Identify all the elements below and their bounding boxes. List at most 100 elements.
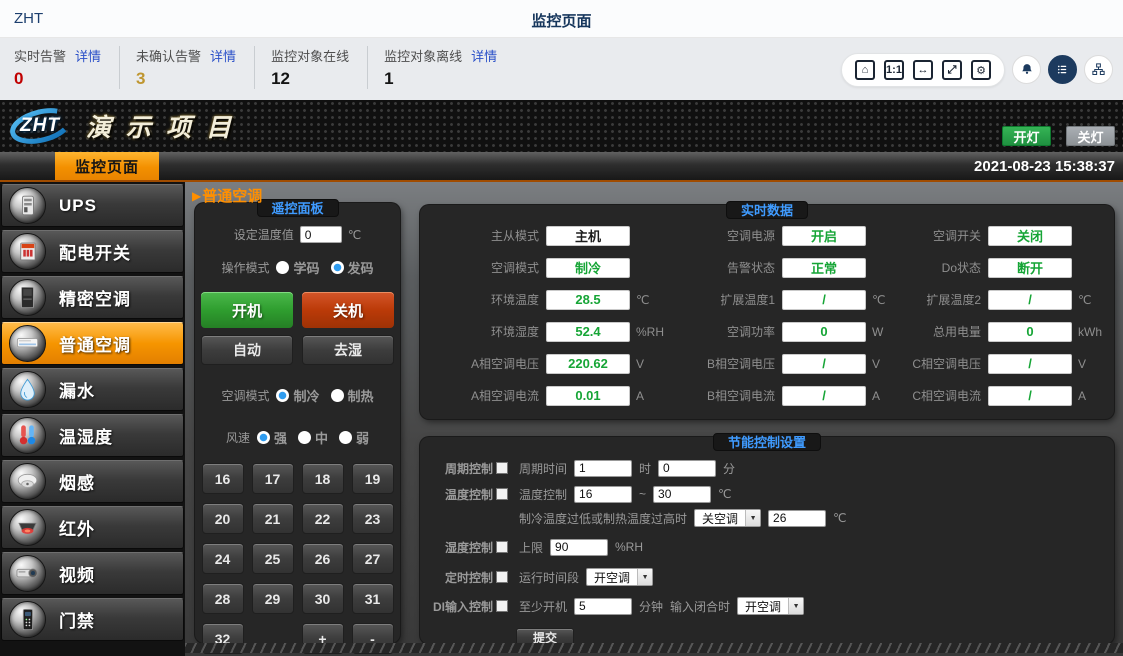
sidebar-item[interactable]: 烟感: [1, 460, 184, 503]
temp-key[interactable]: 16: [202, 463, 244, 494]
power-on-button[interactable]: 开机: [201, 292, 293, 328]
set-temp-input[interactable]: [300, 226, 342, 243]
sidebar-item[interactable]: 配电开关: [1, 230, 184, 273]
temp-key[interactable]: 19: [352, 463, 394, 494]
cycle-minute-input[interactable]: [658, 460, 716, 477]
power-off-button[interactable]: 关机: [302, 292, 394, 328]
temp-key[interactable]: 29: [252, 583, 294, 614]
quick-buttons: [1012, 55, 1113, 84]
cycle-hour-input[interactable]: [574, 460, 632, 477]
field-unit: %RH: [630, 325, 666, 339]
temp-max-input[interactable]: [653, 486, 711, 503]
smoke-icon: [14, 468, 41, 495]
field-label: 空调开关: [902, 227, 988, 244]
light-off-button[interactable]: 关灯: [1066, 126, 1115, 146]
field-unit: W: [866, 325, 902, 339]
field-value-box: 0: [988, 322, 1072, 342]
sidebar-item[interactable]: 普通空调: [1, 322, 184, 365]
temp-key[interactable]: 21: [252, 503, 294, 534]
field-value-box: 断开: [988, 258, 1072, 278]
temp-key[interactable]: 27: [352, 543, 394, 574]
temp-key[interactable]: 25: [252, 543, 294, 574]
field-value-box: 0: [782, 322, 866, 342]
sidebar-item[interactable]: 门禁: [1, 598, 184, 641]
timer-action-select[interactable]: 开空调 ▼: [586, 568, 653, 586]
field-value: 开启: [811, 226, 837, 245]
sidebar-item[interactable]: 漏水: [1, 368, 184, 411]
radio-option[interactable]: 制冷: [276, 386, 319, 405]
realtime-field: 扩展温度1 / ℃: [666, 289, 902, 310]
field-label: 空调功率: [666, 323, 782, 340]
sidebar-item[interactable]: 视频: [1, 552, 184, 595]
topology-icon[interactable]: [1084, 55, 1113, 84]
realtime-columns: 主从模式 主机 空调模式 制冷 环境温度 28.5 ℃: [420, 205, 1114, 406]
dehumidify-button[interactable]: 去湿: [302, 335, 394, 365]
home-icon[interactable]: ⌂: [855, 60, 875, 80]
temp-key[interactable]: 28: [202, 583, 244, 614]
overtemp-value-input[interactable]: [768, 510, 826, 527]
sidebar-item-label: UPS: [59, 196, 97, 216]
radio-option[interactable]: 强: [257, 428, 287, 447]
temp-key[interactable]: 18: [302, 463, 344, 494]
chevron-down-icon: ▼: [788, 598, 803, 614]
temp-key[interactable]: 31: [352, 583, 394, 614]
temp-checkbox[interactable]: [496, 488, 508, 500]
radio-icon: [298, 431, 311, 444]
cycle-checkbox[interactable]: [496, 462, 508, 474]
humidity-limit-input[interactable]: [550, 539, 608, 556]
radio-option[interactable]: 发码: [331, 258, 374, 277]
field-value-box: /: [782, 386, 866, 406]
sidebar-item[interactable]: 红外: [1, 506, 184, 549]
one-to-one-zoom-icon[interactable]: 1:1: [884, 60, 904, 80]
sidebar-item[interactable]: 温湿度: [1, 414, 184, 457]
tilde: ~: [639, 487, 646, 501]
radio-option[interactable]: 制热: [331, 386, 374, 405]
temp-key[interactable]: 23: [352, 503, 394, 534]
di-minutes-input[interactable]: [574, 598, 632, 615]
humidity-checkbox[interactable]: [496, 541, 508, 553]
chevron-down-icon: ▼: [637, 569, 652, 585]
radio-icon: [276, 389, 289, 402]
field-label: 空调电源: [666, 227, 782, 244]
di-action-select[interactable]: 开空调 ▼: [737, 597, 804, 615]
radio-label: 学码: [293, 258, 319, 277]
detail-link[interactable]: 详情: [75, 46, 101, 65]
temp-key[interactable]: 26: [302, 543, 344, 574]
auto-button[interactable]: 自动: [201, 335, 293, 365]
temp-key[interactable]: 20: [202, 503, 244, 534]
field-value-box: /: [988, 386, 1072, 406]
temp-key[interactable]: 17: [252, 463, 294, 494]
radio-option[interactable]: 学码: [276, 258, 319, 277]
fullscreen-icon[interactable]: ⤢: [942, 60, 962, 80]
field-label: 告警状态: [666, 259, 782, 276]
stat-item: 监控对象在线 12: [254, 46, 367, 89]
icon-circle: [9, 417, 46, 454]
timer-checkbox[interactable]: [496, 571, 508, 583]
thermo-hygro-icon: [14, 422, 41, 449]
sidebar-item[interactable]: 精密空调: [1, 276, 184, 319]
settings-gear-icon[interactable]: ⚙: [971, 60, 991, 80]
stat-item: 实时告警 详情 0: [14, 46, 119, 89]
temp-key[interactable]: 22: [302, 503, 344, 534]
alarm-bell-icon[interactable]: [1012, 55, 1041, 84]
radio-option[interactable]: 中: [298, 428, 328, 447]
radio-option[interactable]: 弱: [339, 428, 369, 447]
temp-key[interactable]: 24: [202, 543, 244, 574]
temp-key[interactable]: 30: [302, 583, 344, 614]
stat-label: 监控对象离线: [384, 46, 462, 65]
fit-width-icon[interactable]: ↔: [913, 60, 933, 80]
detail-link[interactable]: 详情: [471, 46, 497, 65]
select-value: 开空调: [587, 569, 637, 586]
detail-link[interactable]: 详情: [210, 46, 236, 65]
di-checkbox[interactable]: [496, 600, 508, 612]
list-view-icon[interactable]: [1048, 55, 1077, 84]
overtemp-action-select[interactable]: 关空调 ▼: [694, 509, 761, 527]
realtime-field: 空调模式 制冷: [420, 257, 666, 278]
tab-monitor-page[interactable]: 监控页面: [55, 152, 159, 180]
light-on-button[interactable]: 开灯: [1002, 126, 1051, 146]
temp-min-input[interactable]: [574, 486, 632, 503]
field-unit: A: [630, 389, 666, 403]
sidebar-item[interactable]: UPS: [1, 184, 184, 227]
field-value-box: /: [988, 354, 1072, 374]
di-input-control-row: DI输入控制 至少开机 分钟 输入闭合时 开空调 ▼: [428, 596, 1114, 616]
